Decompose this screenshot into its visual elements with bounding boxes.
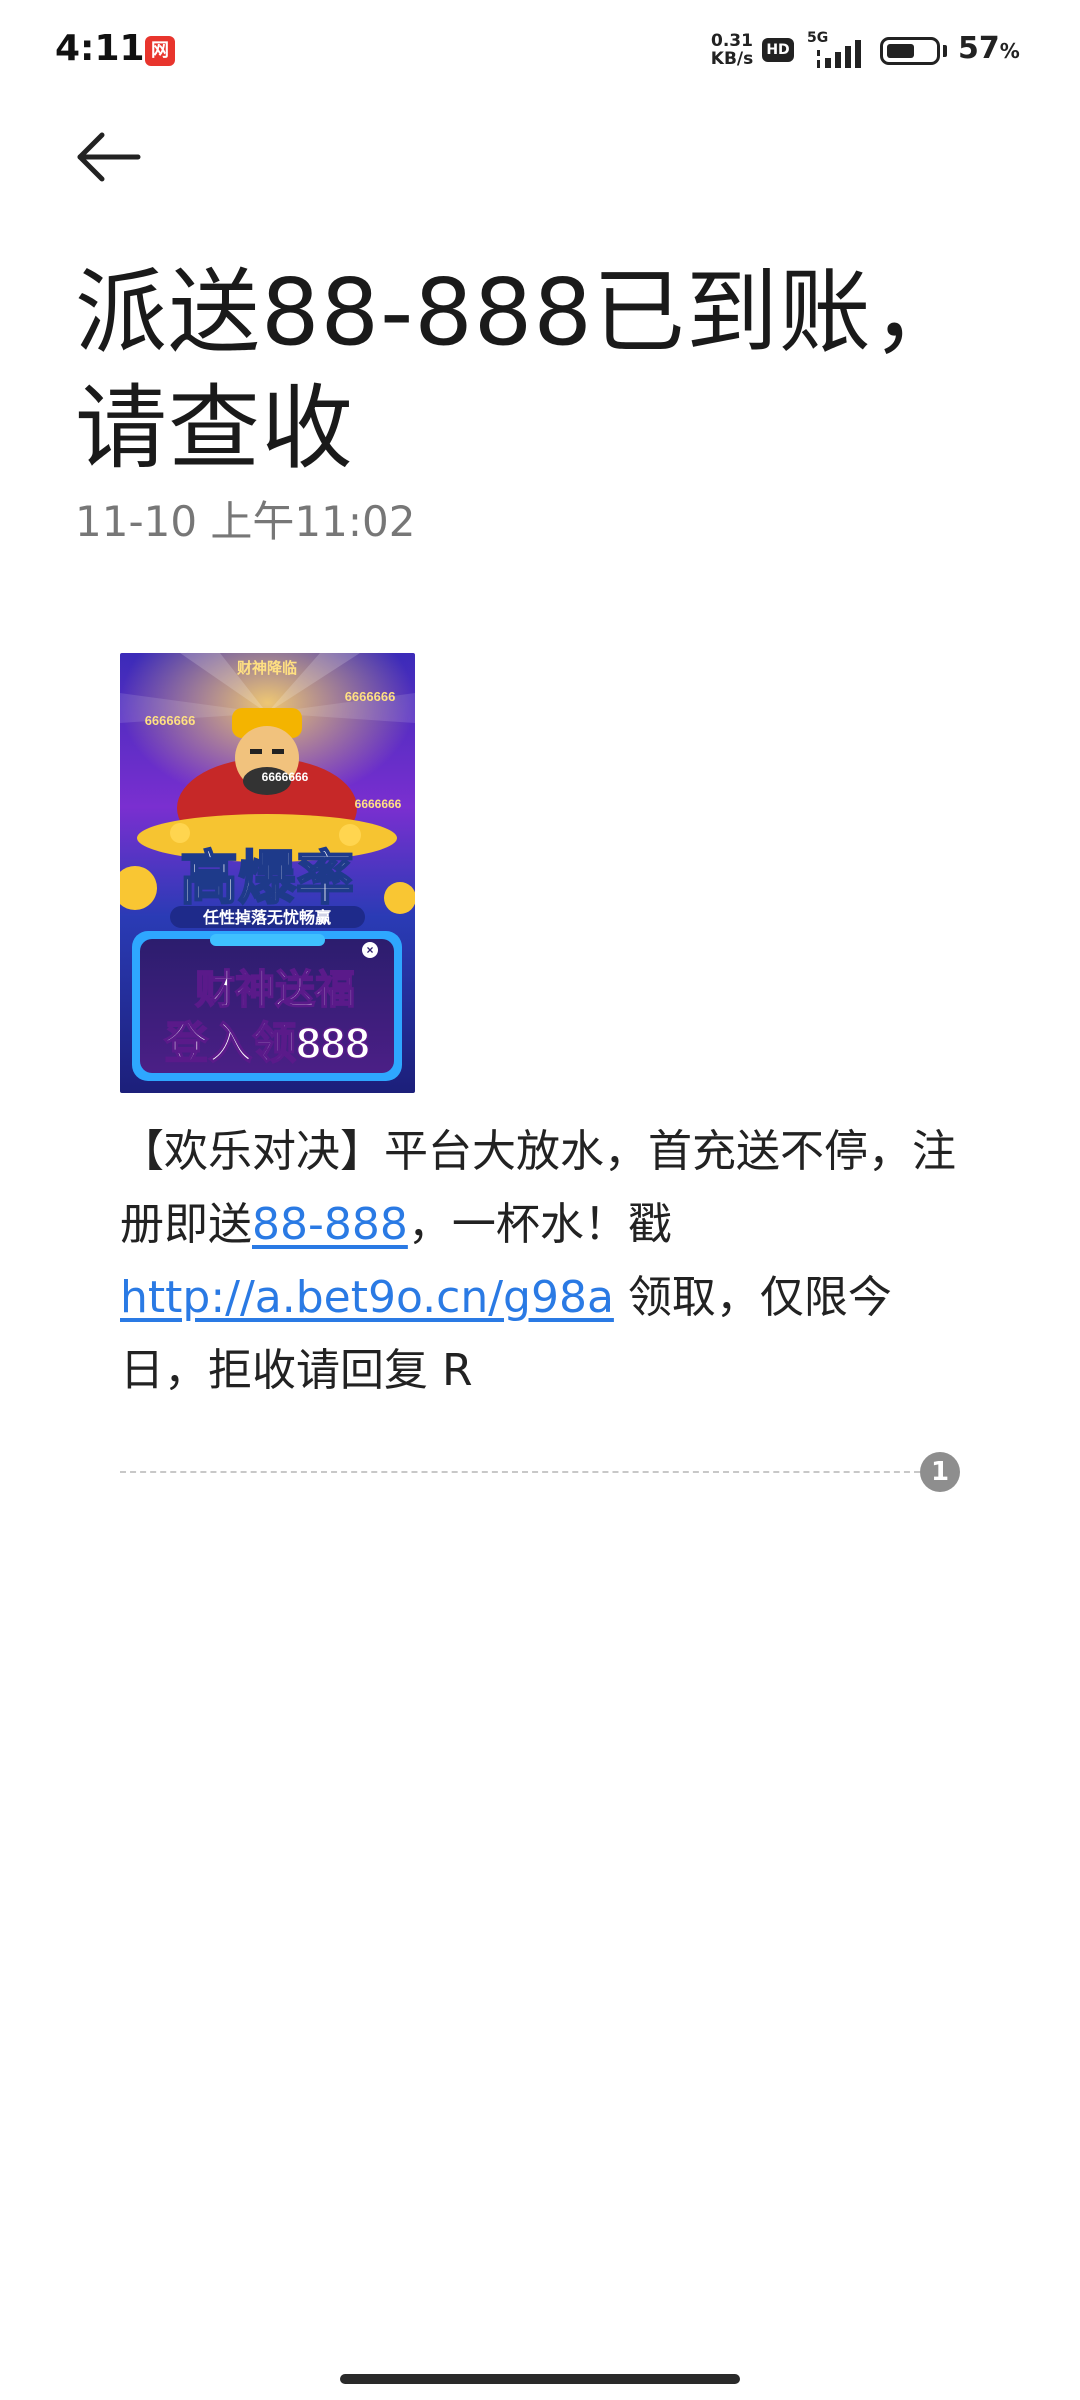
- network-speed: 0.31 KB/s: [708, 32, 756, 68]
- battery-tip: [943, 45, 947, 57]
- message-body: 【欢乐对决】平台大放水，首充送不停，注册即送88-888，一杯水！戳 http:…: [120, 1115, 970, 1407]
- battery-percent: 57%: [958, 31, 1020, 66]
- image-box-line1: 财神送福: [195, 968, 355, 1012]
- dashed-divider: [120, 1471, 920, 1473]
- message-date: 11-10 上午11:02: [75, 497, 416, 546]
- cellular-signal-icon: 5G: [805, 30, 875, 70]
- status-bar: 4:11 网 0.31 KB/s HD 5G 57%: [0, 0, 1080, 100]
- image-subline: 任性掉落无忧畅赢: [202, 908, 331, 927]
- message-text-part2: ，一杯水！戳: [407, 1199, 672, 1250]
- battery-level-fill: [887, 44, 914, 58]
- mms-image-attachment[interactable]: 财神降临 6666666 6666666 6666666 6666666 高爆率…: [120, 653, 415, 1093]
- message-footer: 1: [120, 1452, 960, 1492]
- battery-icon: [880, 37, 940, 65]
- back-button[interactable]: [70, 120, 150, 200]
- netease-music-notification-icon: 网: [145, 36, 175, 66]
- network-speed-value: 0.31: [711, 31, 753, 51]
- image-right-value: 6666666: [345, 689, 396, 704]
- image-center-value: 6666666: [262, 770, 309, 784]
- status-time: 4:11: [55, 28, 145, 69]
- message-title: 派送88-888已到账，请查收: [75, 259, 965, 482]
- image-box-line2: 登入领888: [163, 1019, 369, 1068]
- image-headline: 高爆率: [180, 846, 354, 911]
- home-indicator[interactable]: [340, 2374, 740, 2384]
- signal-bars-icon: [817, 40, 861, 68]
- image-top-banner: 财神降临: [237, 659, 297, 677]
- url-link[interactable]: http://a.bet9o.cn/g98a: [120, 1272, 614, 1323]
- image-left-value: 6666666: [145, 713, 196, 728]
- image-close-glyph: ×: [366, 943, 373, 957]
- image-bottom-right-value: 6666666: [355, 797, 402, 811]
- hd-voice-icon: HD: [762, 38, 794, 62]
- sim-card-badge: 1: [920, 1452, 960, 1492]
- casino-promo-image: 财神降临 6666666 6666666 6666666 6666666 高爆率…: [120, 653, 415, 1093]
- amount-link[interactable]: 88-888: [252, 1199, 408, 1250]
- network-speed-unit: KB/s: [710, 49, 754, 69]
- arrow-left-icon: [77, 132, 141, 182]
